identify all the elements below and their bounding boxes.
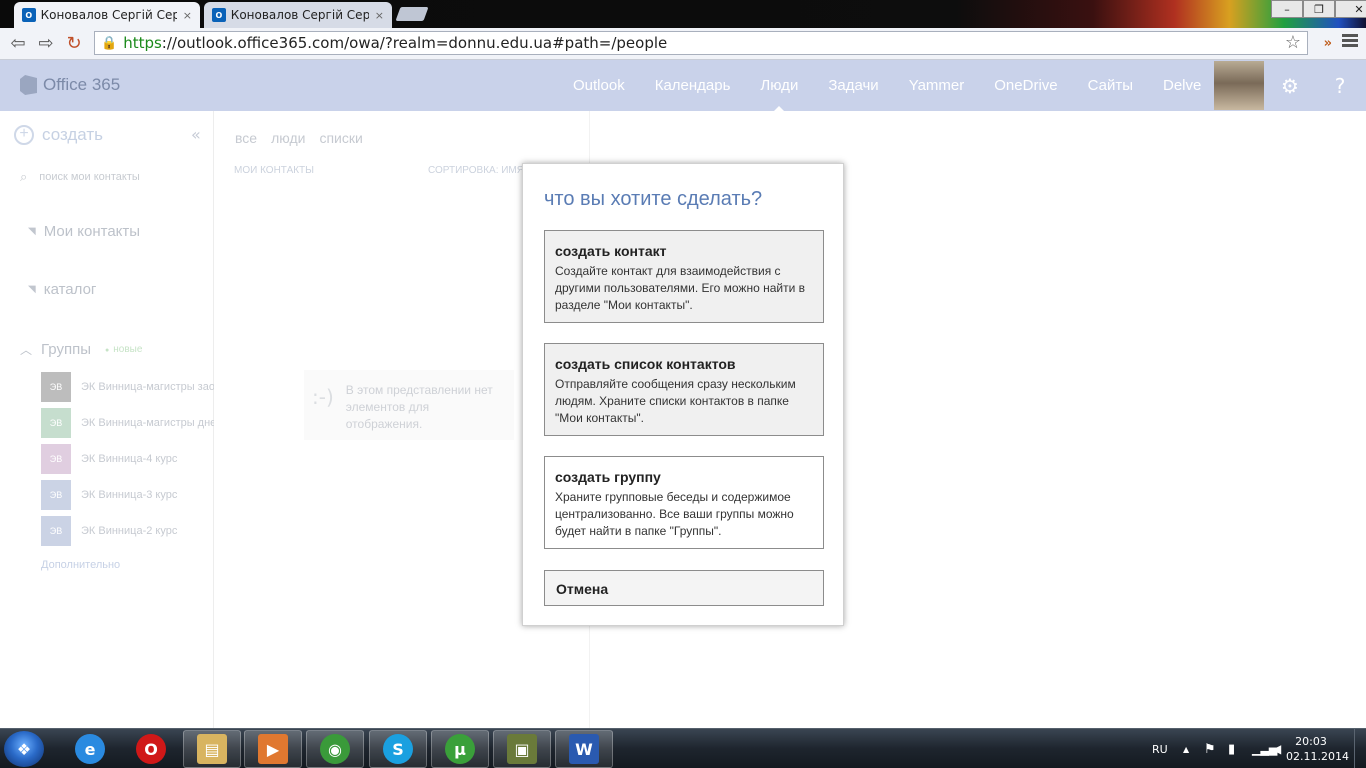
brand-label: Office 365 bbox=[43, 75, 121, 94]
option-title: создать контакт bbox=[555, 243, 667, 259]
browser-tab-2[interactable]: O Коновалов Сергій Сергій × bbox=[204, 2, 392, 28]
url-scheme: https bbox=[123, 34, 162, 52]
opera-icon: O bbox=[136, 734, 166, 764]
file-explorer-icon: ▤ bbox=[197, 734, 227, 764]
outlook-favicon-icon: O bbox=[22, 8, 36, 22]
option-title: создать список контактов bbox=[555, 356, 736, 372]
browser-titlebar: O Коновалов Сергій Сергій × O Коновалов … bbox=[0, 0, 1366, 28]
clock-time: 20:03 bbox=[1295, 735, 1327, 748]
nav-people[interactable]: Люди bbox=[745, 60, 813, 111]
gear-icon[interactable]: ⚙ bbox=[1265, 60, 1315, 111]
taskbar-app-network[interactable]: ▣ bbox=[493, 730, 551, 768]
taskbar-app-word[interactable]: W bbox=[555, 730, 613, 768]
media-player-icon: ▶ bbox=[258, 734, 288, 764]
internet-explorer-icon: e bbox=[75, 734, 105, 764]
new-tab-button[interactable] bbox=[395, 7, 429, 21]
word-icon: W bbox=[569, 734, 599, 764]
dialog-title: что вы хотите сделать? bbox=[544, 188, 763, 210]
power-icon[interactable]: ▮ bbox=[1228, 729, 1235, 768]
option-description: Отправляйте сообщения сразу нескольким л… bbox=[555, 377, 796, 425]
clock-date: 02.11.2014 bbox=[1286, 750, 1349, 763]
nav-sites[interactable]: Сайты bbox=[1073, 60, 1148, 111]
taskbar-app-opera[interactable]: O bbox=[122, 730, 180, 768]
browser-toolbar: ⇦ ⇨ ↻ 🔒 https://outlook.office365.com/ow… bbox=[0, 28, 1366, 60]
forward-arrow-icon[interactable]: ⇨ bbox=[32, 30, 60, 58]
browser-tab-1[interactable]: O Коновалов Сергій Сергій × bbox=[14, 2, 200, 28]
nav-delve[interactable]: Delve bbox=[1148, 60, 1216, 111]
option-title: создать группу bbox=[555, 469, 661, 485]
outlook-favicon-icon: O bbox=[212, 8, 226, 22]
nav-yammer[interactable]: Yammer bbox=[894, 60, 980, 111]
option-description: Создайте контакт для взаимодействия с др… bbox=[555, 264, 806, 312]
address-bar[interactable]: 🔒 https://outlook.office365.com/owa/?rea… bbox=[94, 31, 1308, 55]
suite-header: Office 365 Outlook Календарь Люди Задачи… bbox=[0, 60, 1366, 111]
extensions-overflow-icon[interactable]: » bbox=[1324, 36, 1332, 51]
bookmark-star-icon[interactable]: ☆ bbox=[1285, 32, 1301, 53]
create-dialog: что вы хотите сделать? создать контакт С… bbox=[522, 163, 844, 626]
minimize-button[interactable]: – bbox=[1271, 0, 1303, 18]
skype-icon: S bbox=[383, 734, 413, 764]
app-navigation: Outlook Календарь Люди Задачи Yammer One… bbox=[558, 60, 1216, 111]
action-center-flag-icon[interactable]: ⚑ bbox=[1204, 729, 1216, 768]
tab-close-icon[interactable]: × bbox=[183, 9, 192, 22]
lock-icon: 🔒 bbox=[101, 35, 118, 51]
nav-outlook[interactable]: Outlook bbox=[558, 60, 640, 111]
windows-taskbar: ❖ e O ▤ ▶ ◉ S µ ▣ W RU ▲ ⚑ ▮ ▁▃▅ ◀ 20:03… bbox=[0, 728, 1366, 768]
maximize-button[interactable]: ❐ bbox=[1303, 0, 1335, 18]
nav-onedrive[interactable]: OneDrive bbox=[979, 60, 1072, 111]
chrome-menu-icon[interactable] bbox=[1342, 34, 1358, 49]
create-contact-option[interactable]: создать контакт Создайте контакт для вза… bbox=[544, 230, 824, 323]
reload-icon[interactable]: ↻ bbox=[60, 30, 88, 58]
tab-title: Коновалов Сергій Сергій bbox=[40, 8, 177, 22]
taskbar-app-ie[interactable]: e bbox=[61, 730, 119, 768]
cancel-button[interactable]: Отмена bbox=[544, 570, 824, 606]
taskbar-app-chrome[interactable]: ◉ bbox=[306, 730, 364, 768]
nav-tasks[interactable]: Задачи bbox=[813, 60, 893, 111]
option-description: Храните групповые беседы и содержимое це… bbox=[555, 490, 794, 538]
tray-expand-icon[interactable]: ▲ bbox=[1183, 729, 1189, 768]
window-controls: – ❐ ✕ bbox=[1271, 0, 1366, 18]
tab-close-icon[interactable]: × bbox=[375, 9, 384, 22]
help-icon[interactable]: ? bbox=[1315, 60, 1365, 111]
nav-calendar[interactable]: Календарь bbox=[640, 60, 746, 111]
back-arrow-icon[interactable]: ⇦ bbox=[4, 30, 32, 58]
close-window-button[interactable]: ✕ bbox=[1335, 0, 1366, 18]
taskbar-app-media[interactable]: ▶ bbox=[244, 730, 302, 768]
url-text: ://outlook.office365.com/owa/?realm=donn… bbox=[161, 34, 668, 52]
create-group-option[interactable]: создать группу Храните групповые беседы … bbox=[544, 456, 824, 549]
avatar[interactable] bbox=[1214, 61, 1264, 110]
tab-title: Коновалов Сергій Сергій bbox=[230, 8, 369, 22]
network-tool-icon: ▣ bbox=[507, 734, 537, 764]
start-button[interactable]: ❖ bbox=[4, 731, 44, 767]
system-clock[interactable]: 20:03 02.11.2014 bbox=[1286, 734, 1349, 764]
chrome-icon: ◉ bbox=[320, 734, 350, 764]
volume-icon[interactable]: ◀ bbox=[1272, 729, 1281, 768]
taskbar-app-utorrent[interactable]: µ bbox=[431, 730, 489, 768]
office-logo-icon bbox=[20, 75, 37, 95]
taskbar-app-skype[interactable]: S bbox=[369, 730, 427, 768]
utorrent-icon: µ bbox=[445, 734, 475, 764]
language-indicator[interactable]: RU bbox=[1152, 729, 1168, 768]
taskbar-app-explorer[interactable]: ▤ bbox=[183, 730, 241, 768]
create-contact-list-option[interactable]: создать список контактов Отправляйте соо… bbox=[544, 343, 824, 436]
office365-logo[interactable]: Office 365 bbox=[20, 75, 120, 95]
show-desktop-button[interactable] bbox=[1354, 729, 1366, 768]
